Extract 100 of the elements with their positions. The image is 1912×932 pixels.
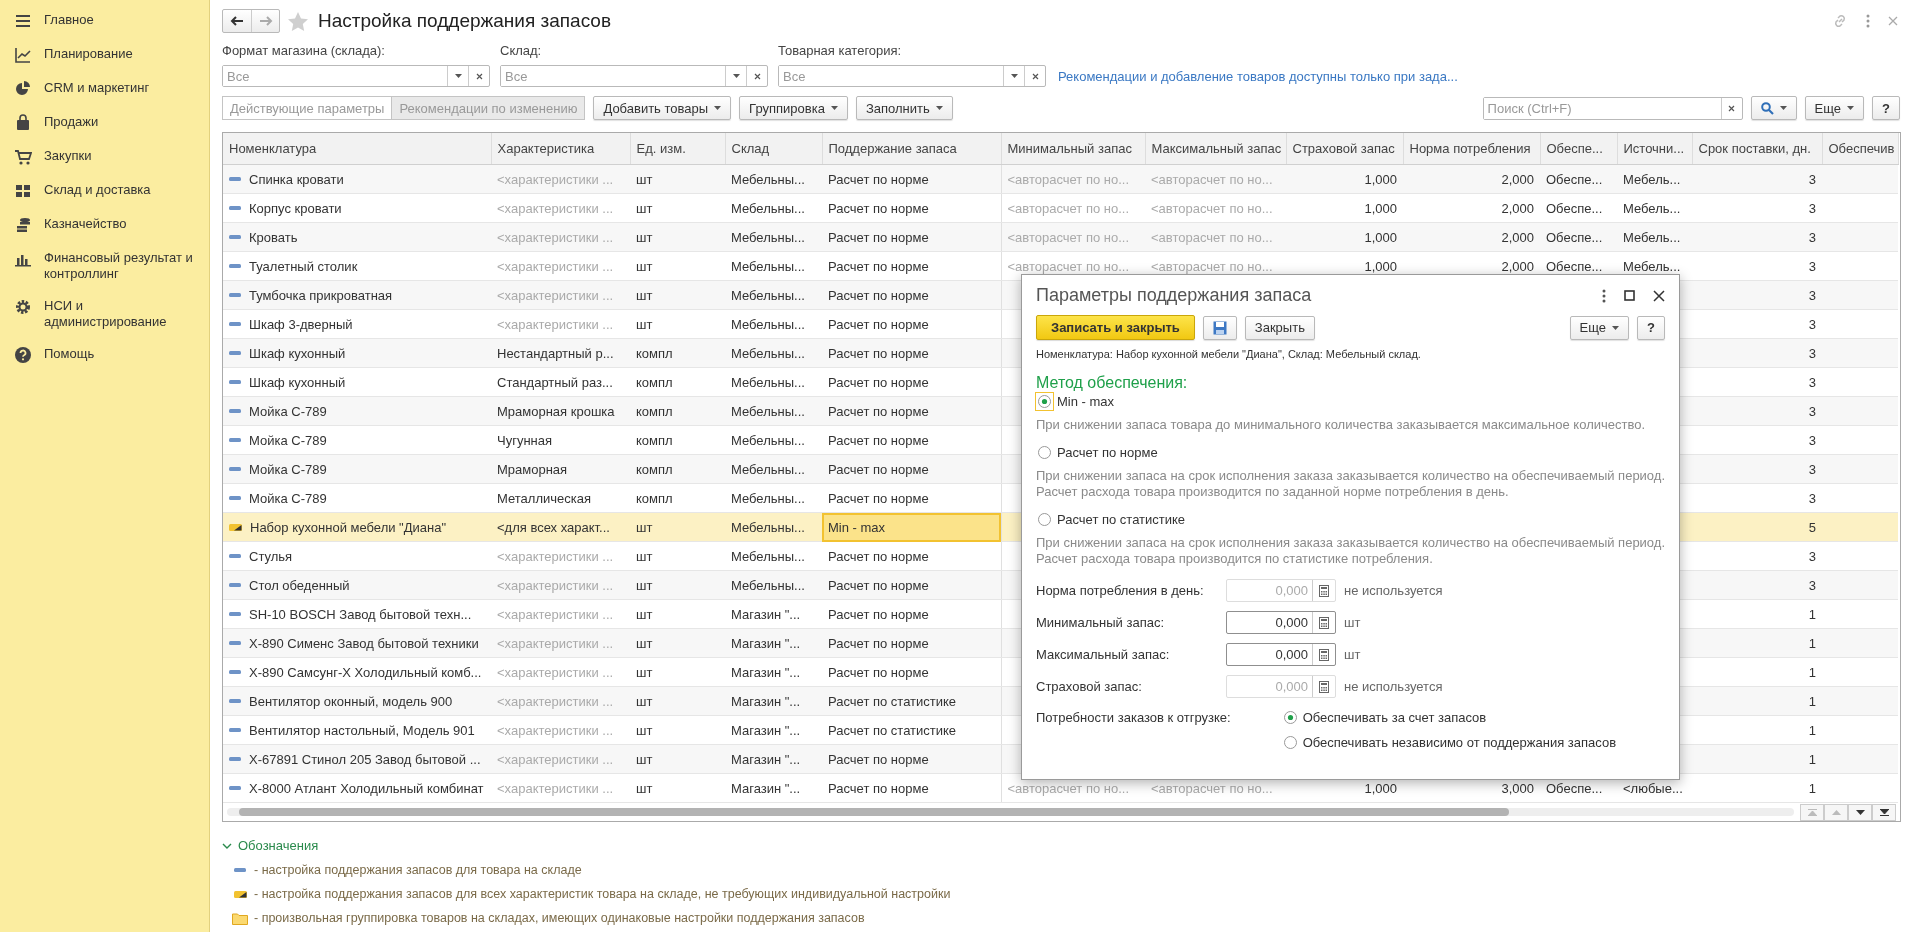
maximize-icon[interactable]	[1624, 290, 1635, 301]
clear-icon[interactable]	[1728, 104, 1736, 112]
table-cell: Мебельны...	[725, 338, 822, 368]
table-cell: Расчет по норме	[822, 628, 1001, 658]
settings-icon[interactable]	[14, 298, 32, 316]
table-cell: шт	[630, 251, 725, 281]
help-button[interactable]: ?	[1872, 96, 1900, 120]
close-icon[interactable]	[1653, 289, 1665, 302]
column-header[interactable]: Поддержание запаса	[822, 133, 1001, 165]
table-cell: SH-10 BOSCH Завод бытовой техн...	[249, 606, 472, 622]
radio-label[interactable]: Min - max	[1057, 394, 1115, 409]
table-cell: Расчет по норме	[822, 773, 1001, 803]
last-page-button[interactable]	[1872, 803, 1896, 821]
table-cell: Расчет по норме	[822, 454, 1001, 484]
chart-icon[interactable]	[14, 46, 32, 64]
star-icon[interactable]	[288, 11, 308, 31]
table-cell: <характеристики ...	[491, 686, 630, 716]
close-button[interactable]: Закрыть	[1244, 315, 1315, 340]
info-link[interactable]: Рекомендации и добавление товаров доступны только при зада...	[1058, 69, 1458, 84]
column-header[interactable]: Минимальный запас	[1001, 133, 1145, 165]
radio-button[interactable]	[1038, 395, 1051, 408]
more-icon[interactable]	[1602, 288, 1606, 303]
table-cell: <авторасчет по но...	[1001, 222, 1145, 252]
radio-button[interactable]	[1038, 446, 1051, 459]
radio-label[interactable]: Расчет по статистике	[1057, 512, 1186, 527]
more-button[interactable]: Еще	[1569, 315, 1630, 340]
column-header[interactable]: Номенклатура	[223, 133, 491, 165]
calculator-icon[interactable]	[1319, 648, 1329, 661]
calculator-icon[interactable]	[1319, 616, 1329, 629]
table-cell: Магазин "...	[725, 628, 822, 658]
table-cell: Стандартный раз...	[491, 367, 630, 397]
table-cell: Вентилятор настольный, Модель 901	[249, 722, 475, 738]
item-icon	[229, 380, 241, 384]
column-header[interactable]: Характеристика	[491, 133, 630, 165]
help-button[interactable]: ?	[1637, 315, 1665, 340]
clear-icon[interactable]	[475, 72, 483, 80]
sidebar-item[interactable]: Главное	[44, 12, 94, 28]
table-cell: Расчет по норме	[822, 222, 1001, 252]
sidebar-item[interactable]: НСИ и администрирование	[44, 298, 199, 330]
number-field[interactable]: 0,000	[1226, 611, 1336, 634]
more-button[interactable]: Еще	[1804, 96, 1865, 120]
menu-icon[interactable]	[14, 12, 32, 30]
item-icon	[229, 728, 241, 732]
table-cell: 3	[1692, 309, 1822, 339]
select-field[interactable]: Все	[222, 65, 490, 87]
legend-toggle[interactable]: Обозначения	[222, 838, 1900, 853]
radio-button[interactable]	[1283, 711, 1297, 724]
table-cell: 2,000	[1403, 193, 1540, 223]
sidebar-item[interactable]: Склад и доставка	[44, 182, 151, 198]
column-header[interactable]: Срок поставки, дн.	[1692, 133, 1822, 165]
radio-button[interactable]	[1038, 513, 1051, 526]
column-header[interactable]: Обеспечив	[1822, 133, 1898, 165]
column-header[interactable]: Склад	[725, 133, 822, 165]
sidebar-item[interactable]: Помощь	[44, 346, 95, 362]
table-cell: Мебельны...	[725, 309, 822, 339]
table-cell: Мебельны...	[725, 251, 822, 281]
radio-button[interactable]	[1283, 736, 1297, 749]
grid-icon[interactable]	[14, 182, 32, 200]
clear-icon[interactable]	[753, 72, 761, 80]
page-down-button[interactable]	[1848, 803, 1872, 821]
clear-icon[interactable]	[1031, 72, 1039, 80]
help-icon[interactable]	[14, 346, 32, 364]
column-header[interactable]: Максимальный запас	[1145, 133, 1286, 165]
search-button[interactable]	[1750, 96, 1797, 120]
dropdown-button[interactable]: Заполнить	[855, 96, 953, 120]
dropdown-button[interactable]: Группировка	[739, 96, 848, 120]
item-icon	[229, 351, 241, 355]
page-title: Настройка поддержания запасов	[318, 10, 611, 32]
pie-chart-icon[interactable]	[14, 80, 32, 98]
table-cell: компл	[630, 396, 725, 426]
table-cell: Шкаф 3-дверный	[249, 316, 353, 332]
horizontal-scrollbar[interactable]	[227, 808, 1794, 816]
table-cell: 1	[1692, 628, 1822, 658]
select-field[interactable]: Все	[778, 65, 1046, 87]
save-button[interactable]	[1202, 315, 1237, 340]
up-icon	[1831, 809, 1841, 815]
search-field[interactable]: Поиск (Ctrl+F)	[1482, 96, 1743, 120]
sidebar-item[interactable]: CRM и маркетинг	[44, 80, 150, 96]
radio-label[interactable]: Обеспечивать за счет запасов	[1302, 710, 1487, 725]
table-cell: <для всех характ...	[491, 512, 630, 542]
select-field[interactable]: Все	[500, 65, 768, 87]
column-header[interactable]: Обеспе...	[1540, 133, 1617, 165]
column-header[interactable]: Норма потребления	[1403, 133, 1540, 165]
save-and-close-button[interactable]: Записать и закрыть	[1036, 315, 1195, 340]
radio-label[interactable]: Расчет по норме	[1057, 445, 1158, 460]
column-header[interactable]: Страховой запас	[1286, 133, 1403, 165]
sidebar-item[interactable]: Закупки	[44, 148, 92, 164]
sidebar-item[interactable]: Казначейство	[44, 216, 127, 232]
table-cell: Расчет по норме	[822, 657, 1001, 687]
cart-icon[interactable]	[14, 148, 32, 166]
dropdown-button[interactable]: Добавить товары	[593, 96, 732, 120]
column-header[interactable]: Источни...	[1617, 133, 1692, 165]
number-field[interactable]: 0,000	[1226, 643, 1336, 666]
sidebar-item[interactable]: Планирование	[44, 46, 133, 62]
table-cell: Расчет по норме	[822, 425, 1001, 455]
radio-label[interactable]: Обеспечивать независимо от поддержания запасов	[1302, 735, 1617, 750]
column-header[interactable]: Ед. изм.	[630, 133, 725, 165]
sidebar-item[interactable]: Финансовый результат и контроллинг	[44, 250, 199, 282]
sidebar-item[interactable]: Продажи	[44, 114, 99, 130]
coins-icon[interactable]	[14, 216, 32, 234]
